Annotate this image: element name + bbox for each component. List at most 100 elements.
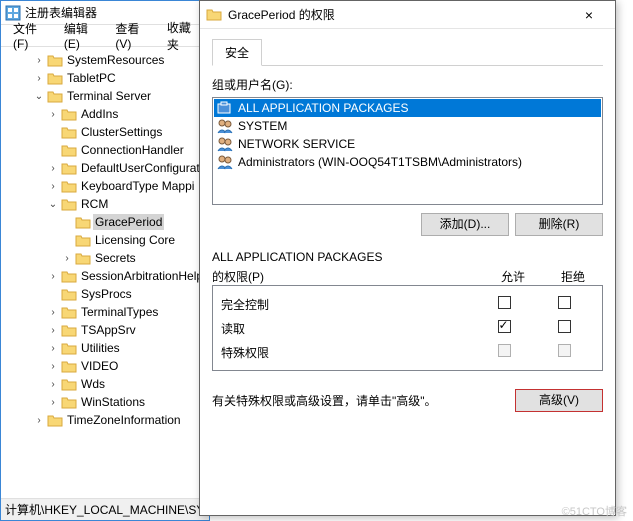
folder-icon <box>61 377 77 391</box>
tree-item[interactable]: ›DefaultUserConfigurat <box>5 159 209 177</box>
menu-edit[interactable]: 编辑(E) <box>56 18 105 53</box>
tree-item[interactable]: › KeyboardType Mappi <box>5 177 209 195</box>
tree-expander-icon[interactable]: › <box>47 271 59 282</box>
allow-checkbox[interactable] <box>498 320 511 333</box>
tree-item[interactable]: Licensing Core <box>5 231 209 249</box>
tree-item-label: Wds <box>79 376 107 392</box>
tree-item-label: VIDEO <box>79 358 120 374</box>
folder-icon <box>61 269 77 283</box>
user-list-item[interactable]: ALL APPLICATION PACKAGES <box>214 99 601 117</box>
tree-expander-icon[interactable]: ⌄ <box>47 199 59 210</box>
tab-security[interactable]: 安全 <box>212 39 262 66</box>
folder-icon <box>47 89 63 103</box>
user-icon <box>216 136 234 152</box>
folder-icon <box>61 395 77 409</box>
folder-icon <box>47 53 63 67</box>
tree-expander-icon[interactable]: › <box>47 307 59 318</box>
group-users-label: 组或用户名(G): <box>212 76 603 93</box>
tree-expander-icon[interactable]: › <box>47 397 59 408</box>
deny-checkbox[interactable] <box>558 320 571 333</box>
col-allow-label: 允许 <box>483 268 543 285</box>
permission-label: 读取 <box>221 320 474 337</box>
tree-item-label: SystemResources <box>65 52 166 68</box>
advanced-button[interactable]: 高级(V) <box>515 389 603 412</box>
folder-icon <box>75 233 91 247</box>
user-icon <box>216 154 234 170</box>
user-name: SYSTEM <box>238 119 287 133</box>
tree-item[interactable]: › TimeZoneInformation <box>5 411 209 429</box>
permissions-grid: 完全控制读取特殊权限 <box>212 285 603 371</box>
tree-item-label: KeyboardType Mappi <box>79 178 196 194</box>
tree-item[interactable]: › TabletPC <box>5 69 209 87</box>
user-icon <box>216 118 234 134</box>
tree-item[interactable]: ⌄ Terminal Server <box>5 87 209 105</box>
perm-titlebar[interactable]: GracePeriod 的权限 × <box>200 1 615 29</box>
user-list[interactable]: ALL APPLICATION PACKAGES SYSTEM NETWORK SE… <box>212 97 603 205</box>
tree-expander-icon[interactable]: ⌄ <box>33 91 45 102</box>
folder-icon <box>61 341 77 355</box>
tree-expander-icon[interactable]: › <box>47 325 59 336</box>
menu-view[interactable]: 查看(V) <box>107 18 156 53</box>
menu-file[interactable]: 文件(F) <box>5 18 54 53</box>
registry-tree[interactable]: › SystemResources › TabletPC ⌄ Terminal Serve… <box>1 47 209 496</box>
permissions-header: 的权限(P) 允许 拒绝 <box>212 268 603 285</box>
tree-item-label: AddIns <box>79 106 120 122</box>
allow-checkbox <box>498 344 511 357</box>
tree-expander-icon[interactable]: › <box>33 73 45 84</box>
folder-icon <box>61 359 77 373</box>
allow-checkbox[interactable] <box>498 296 511 309</box>
folder-icon <box>61 305 77 319</box>
permission-row: 特殊权限 <box>221 340 594 364</box>
tree-item[interactable]: SysProcs <box>5 285 209 303</box>
tree-expander-icon[interactable]: › <box>47 361 59 372</box>
folder-icon <box>61 197 77 211</box>
tree-item-label: ConnectionHandler <box>79 142 186 158</box>
user-list-item[interactable]: Administrators (WIN-OOQ54T1TSBM\Administ… <box>214 153 601 171</box>
user-list-item[interactable]: SYSTEM <box>214 117 601 135</box>
tree-item[interactable]: ›TerminalTypes <box>5 303 209 321</box>
close-icon[interactable]: × <box>569 7 609 23</box>
tree-item-label: Licensing Core <box>93 232 177 248</box>
tree-item-label: TimeZoneInformation <box>65 412 183 428</box>
tree-expander-icon[interactable]: › <box>47 343 59 354</box>
tree-item[interactable]: › AddIns <box>5 105 209 123</box>
tree-expander-icon[interactable]: › <box>47 379 59 390</box>
tree-expander-icon[interactable]: › <box>61 253 73 264</box>
tree-item[interactable]: ConnectionHandler <box>5 141 209 159</box>
folder-icon <box>61 143 77 157</box>
tree-expander-icon[interactable]: › <box>47 109 59 120</box>
tree-item[interactable]: ClusterSettings <box>5 123 209 141</box>
tree-item-label: Terminal Server <box>65 88 153 104</box>
tree-item[interactable]: ›Secrets <box>5 249 209 267</box>
tree-item-label: TabletPC <box>65 70 118 86</box>
tree-item[interactable]: GracePeriod <box>5 213 209 231</box>
user-name: NETWORK SERVICE <box>238 137 355 151</box>
remove-button[interactable]: 删除(R) <box>515 213 603 236</box>
folder-icon <box>75 215 91 229</box>
folder-icon <box>61 179 77 193</box>
tree-expander-icon[interactable]: › <box>33 55 45 66</box>
tree-item[interactable]: ›WinStations <box>5 393 209 411</box>
tree-item[interactable]: › SessionArbitrationHelp <box>5 267 209 285</box>
tree-expander-icon[interactable]: › <box>47 163 59 174</box>
tree-expander-icon[interactable]: › <box>47 181 59 192</box>
tree-item[interactable]: › Wds <box>5 375 209 393</box>
add-button[interactable]: 添加(D)... <box>421 213 509 236</box>
deny-checkbox[interactable] <box>558 296 571 309</box>
col-deny-label: 拒绝 <box>543 268 603 285</box>
folder-icon <box>75 251 91 265</box>
tab-header: 安全 <box>212 39 603 66</box>
tree-item[interactable]: › VIDEO <box>5 357 209 375</box>
deny-checkbox <box>558 344 571 357</box>
watermark: ©51CTO博客 <box>562 503 627 519</box>
tree-item[interactable]: ›TSAppSrv <box>5 321 209 339</box>
user-name: Administrators (WIN-OOQ54T1TSBM\Administ… <box>238 155 522 169</box>
folder-icon <box>61 107 77 121</box>
tree-item-label: SessionArbitrationHelp <box>79 268 205 284</box>
tree-item[interactable]: ⌄RCM <box>5 195 209 213</box>
user-list-item[interactable]: NETWORK SERVICE <box>214 135 601 153</box>
tree-expander-icon[interactable]: › <box>33 415 45 426</box>
perm-for-suffix: 的权限(P) <box>212 268 483 285</box>
permission-label: 特殊权限 <box>221 344 474 361</box>
tree-item[interactable]: ›Utilities <box>5 339 209 357</box>
